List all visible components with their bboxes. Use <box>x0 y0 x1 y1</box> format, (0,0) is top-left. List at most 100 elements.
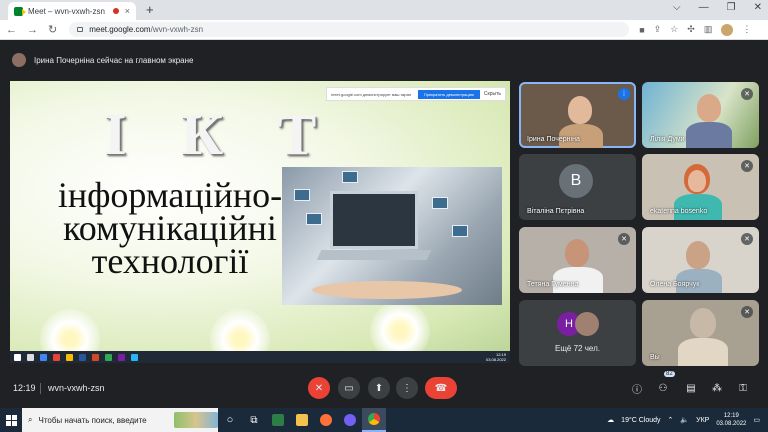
bookmark-star-icon[interactable]: ☆ <box>670 24 678 35</box>
stop-sharing-button[interactable]: Прекратить демонстрацию <box>417 89 480 99</box>
cortana-icon[interactable]: ○ <box>218 408 242 432</box>
camera-icon: ▭ <box>344 382 354 394</box>
hide-notification-button[interactable]: Скрыть <box>484 91 501 97</box>
host-controls-icon[interactable]: ⚿ <box>736 381 750 395</box>
mic-off-icon: ✕ <box>741 306 753 318</box>
participant-tile[interactable]: ✕ Олена Боярчук <box>642 227 759 293</box>
volume-icon[interactable]: 🔈 <box>680 416 689 424</box>
participant-face <box>690 308 716 338</box>
activities-icon[interactable]: ⁂ <box>710 381 724 395</box>
camera-toggle-button[interactable]: ▭ <box>338 377 360 399</box>
tab-close-button[interactable]: × <box>125 6 130 16</box>
participant-video <box>674 194 722 220</box>
windows-taskbar: ⌕ Чтобы начать поиск, введите ○ ⧉ ☁ 19°C… <box>0 408 768 432</box>
taskbar-search[interactable]: ⌕ Чтобы начать поиск, введите <box>22 408 218 432</box>
new-tab-button[interactable]: + <box>146 2 154 17</box>
info-icon[interactable]: ⓘ <box>630 381 644 396</box>
people-icon[interactable]: ⚇ <box>656 381 670 395</box>
close-window-button[interactable]: ✕ <box>754 2 762 13</box>
weather-text[interactable]: 19°C Cloudy <box>621 417 660 424</box>
chrome-icon[interactable] <box>362 408 386 432</box>
more-vert-icon: ⋮ <box>402 382 412 394</box>
url-field[interactable]: meet.google.com /wvn-vxwh-zsn <box>69 22 630 37</box>
windows-logo-icon <box>5 414 17 426</box>
notification-text: meet.google.com демонстрирует ваш экран <box>331 91 412 97</box>
chrome-icon <box>105 353 112 361</box>
present-icon: ⬆ <box>374 382 384 394</box>
tab-search-button[interactable]: ⌵ <box>673 2 681 13</box>
participant-face <box>565 239 589 267</box>
participant-name: Лілія Думи <box>650 136 685 143</box>
participant-video <box>678 338 728 366</box>
viber-icon[interactable] <box>338 408 362 432</box>
presentation-slide: І К Т інформаційно-комунікаційні техноло… <box>10 81 510 363</box>
start-icon <box>14 353 21 361</box>
participant-tile[interactable]: ✕ Тетяна Гуменна <box>519 227 636 293</box>
photo-tile <box>342 171 358 183</box>
participant-face <box>697 94 721 122</box>
powerpoint-icon <box>92 353 99 361</box>
reload-icon[interactable]: ↻ <box>48 23 57 36</box>
participant-face <box>568 96 592 124</box>
minimize-button[interactable]: — <box>699 2 709 13</box>
meeting-code: wvn-vxwh-zsn <box>48 383 105 393</box>
search-placeholder: Чтобы начать поиск, введите <box>38 415 147 425</box>
shared-clock-date: 03.08.2022 <box>485 357 506 362</box>
firefox-icon[interactable] <box>314 408 338 432</box>
meeting-time: 12:19 <box>13 383 36 393</box>
task-view-icon[interactable]: ⧉ <box>242 408 266 432</box>
mic-off-icon: ✕ <box>314 382 324 394</box>
share-icon[interactable]: ⇪ <box>654 24 662 35</box>
participant-name: Вы <box>650 354 660 361</box>
word-icon <box>79 353 86 361</box>
notifications-icon[interactable]: ▭ <box>753 416 760 424</box>
more-options-button[interactable]: ⋮ <box>396 377 418 399</box>
tab-title: Meet – wvn-vxwh-zsn <box>28 6 105 16</box>
slide-subtitle: інформаційно-комунікаційні технології <box>57 175 283 281</box>
browser-tab[interactable]: Meet – wvn-vxwh-zsn × <box>8 2 136 20</box>
restore-button[interactable]: ❐ <box>727 2 736 13</box>
sidepanel-icon[interactable]: ▥ <box>704 24 713 35</box>
meet-favicon-icon <box>14 6 26 16</box>
back-icon[interactable]: ← <box>6 24 17 36</box>
end-call-button[interactable]: ☎ <box>425 377 457 399</box>
store-icon[interactable] <box>266 408 290 432</box>
photo-tile <box>306 213 322 225</box>
mic-off-icon: ✕ <box>618 233 630 245</box>
lock-icon <box>77 27 84 32</box>
participant-tile[interactable]: ✕ Лілія Думи <box>642 82 759 148</box>
more-participants-tile[interactable]: Н Ещё 72 чел. <box>519 300 636 366</box>
profile-avatar[interactable] <box>721 23 734 36</box>
participant-tile[interactable]: ✕ ekaterina bosenko <box>642 154 759 220</box>
self-tile[interactable]: ✕ Вы <box>642 300 759 366</box>
language-indicator[interactable]: УКР <box>696 417 709 424</box>
participant-tile[interactable]: ⁞ Ірина Почерніна <box>519 82 636 148</box>
participant-face <box>688 170 706 192</box>
forward-icon[interactable]: → <box>27 24 38 36</box>
clock-date: 03.08.2022 <box>716 421 747 427</box>
photo-tile <box>432 197 448 209</box>
url-host: meet.google.com <box>89 25 151 34</box>
participant-name: Тетяна Гуменна <box>527 281 579 288</box>
shared-screen-taskbar: 12:19 03.08.2022 <box>10 351 510 363</box>
weather-icon[interactable]: ☁ <box>607 416 614 424</box>
menu-icon[interactable]: ⋮ <box>742 24 751 35</box>
camera-indicator-icon[interactable]: ■ <box>639 25 644 35</box>
shared-screen: І К Т інформаційно-комунікаційні техноло… <box>10 81 510 363</box>
taskbar-clock[interactable]: 12:19 03.08.2022 <box>716 412 746 428</box>
mic-off-icon: ✕ <box>741 88 753 100</box>
mic-toggle-button[interactable]: ✕ <box>308 377 330 399</box>
more-avatars: Н <box>557 312 599 336</box>
start-button[interactable] <box>0 408 22 432</box>
chat-icon[interactable]: ▤ <box>684 381 698 395</box>
mic-off-icon: ✕ <box>741 160 753 172</box>
mic-off-icon: ✕ <box>741 233 753 245</box>
participant-name: Віталіна Пєтрівна <box>527 208 585 215</box>
file-explorer-icon[interactable] <box>290 408 314 432</box>
tray-chevron-icon[interactable]: ⌃ <box>668 416 674 424</box>
extensions-icon[interactable]: ✣ <box>687 24 695 35</box>
participant-tile[interactable]: В Віталіна Пєтрівна <box>519 154 636 220</box>
present-button[interactable]: ⬆ <box>368 377 390 399</box>
participant-avatar: В <box>559 164 593 198</box>
browser-tab-bar: Meet – wvn-vxwh-zsn × + ⌵ — ❐ ✕ <box>0 0 768 20</box>
